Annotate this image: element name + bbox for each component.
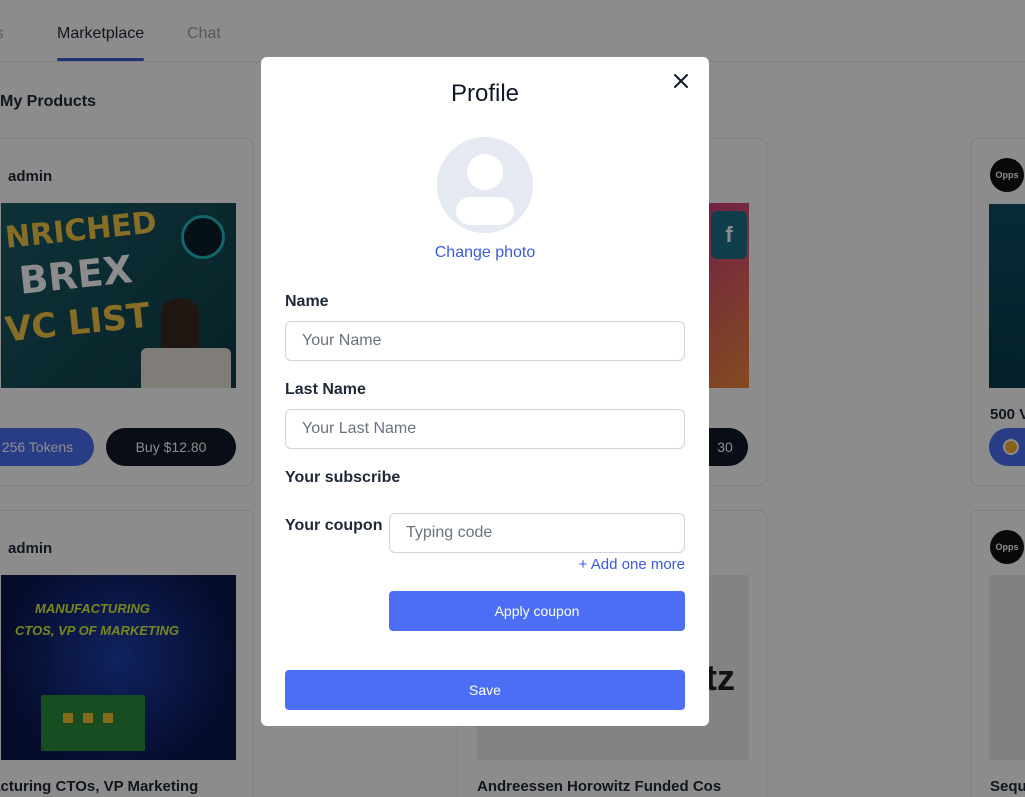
apply-coupon-button[interactable]: Apply coupon (389, 591, 685, 631)
user-icon (456, 154, 514, 225)
close-icon (674, 74, 688, 88)
avatar-placeholder[interactable] (437, 137, 533, 233)
add-one-more-link[interactable]: + Add one more (389, 556, 685, 573)
name-input[interactable] (285, 321, 685, 361)
save-button[interactable]: Save (285, 670, 685, 710)
change-photo-link[interactable]: Change photo (261, 244, 709, 262)
name-label: Name (285, 293, 329, 310)
coupon-label: Your coupon (285, 517, 383, 534)
last-name-input[interactable] (285, 409, 685, 449)
close-button[interactable] (671, 71, 691, 91)
last-name-label: Last Name (285, 381, 366, 398)
modal-title: Profile (450, 80, 520, 107)
subscribe-label: Your subscribe (285, 469, 401, 486)
coupon-input[interactable] (389, 513, 685, 553)
profile-modal: Profile Change photo Name Last Name Your… (261, 57, 709, 726)
